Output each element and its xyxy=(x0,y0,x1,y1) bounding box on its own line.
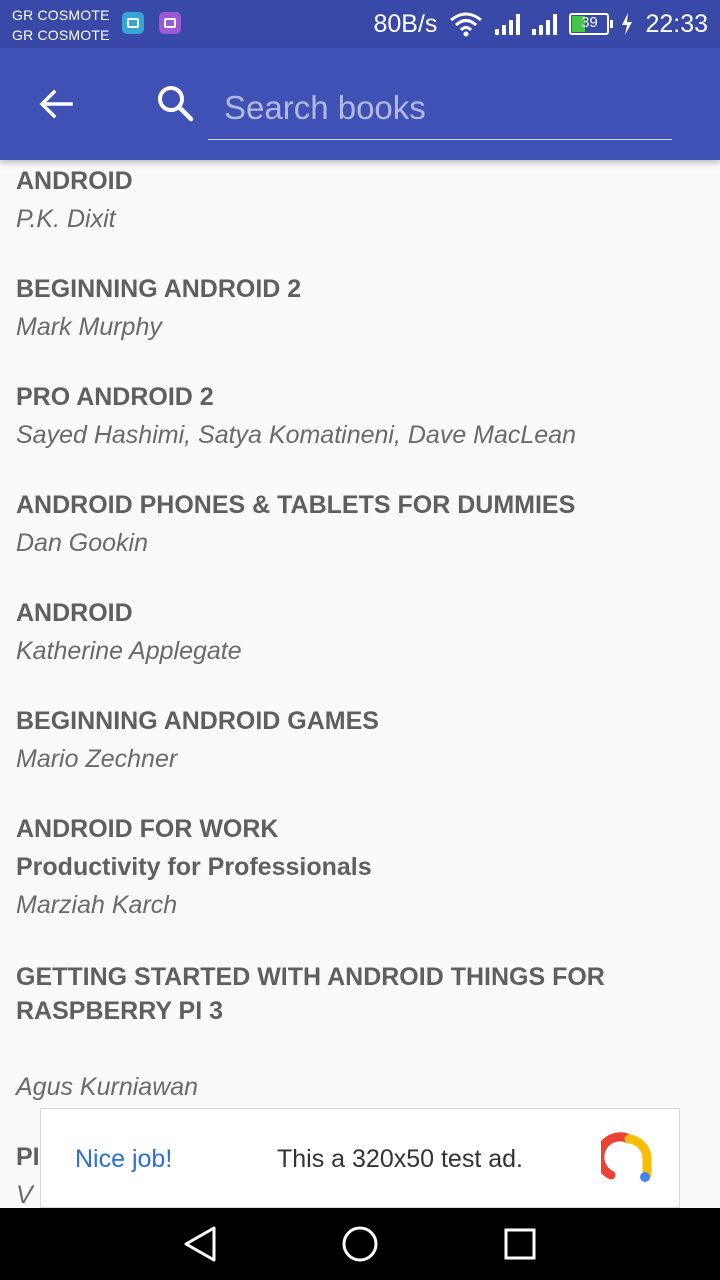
book-author: Agus Kurniawan xyxy=(16,1073,199,1101)
book-author: Mario Zechner xyxy=(16,745,178,773)
nav-back-button[interactable] xyxy=(168,1220,232,1268)
list-item[interactable]: BEGINNING ANDROID GAMES Mario Zechner xyxy=(0,702,720,778)
book-author: Katherine Applegate xyxy=(16,637,242,665)
nav-back-icon xyxy=(184,1226,216,1262)
status-bar: GR COSMOTE GR COSMOTE 80B/s 39 22:33 xyxy=(0,0,720,48)
book-author: P.K. Dixit xyxy=(16,205,116,233)
book-author: Dan Gookin xyxy=(16,529,149,557)
back-arrow-icon xyxy=(39,89,73,119)
ad-banner[interactable]: Nice job! This a 320x50 test ad. xyxy=(40,1108,680,1208)
search-toolbar xyxy=(0,48,720,160)
book-author: Sayed Hashimi, Satya Komatineni, Dave Ma… xyxy=(16,421,577,449)
battery-icon: 39 xyxy=(569,13,614,35)
ad-body: This a 320x50 test ad. xyxy=(277,1144,523,1173)
book-author: Marziah Karch xyxy=(16,891,178,919)
nav-recents-button[interactable] xyxy=(488,1220,552,1268)
carrier-2: GR COSMOTE xyxy=(12,27,110,43)
carrier-labels: GR COSMOTE GR COSMOTE xyxy=(12,5,110,45)
book-title: GETTING STARTED WITH ANDROID THINGS FOR … xyxy=(16,963,605,1025)
nav-home-button[interactable] xyxy=(328,1220,392,1268)
book-title: ANDROID xyxy=(16,599,133,627)
signal-icon-2 xyxy=(532,13,558,35)
charging-icon xyxy=(622,13,633,35)
search-input[interactable] xyxy=(208,76,672,140)
nav-home-icon xyxy=(342,1226,378,1262)
ad-headline: Nice job! xyxy=(75,1144,173,1173)
gallery-notification-icon xyxy=(159,12,181,34)
nav-recents-icon xyxy=(504,1228,536,1260)
book-title: BEGINNING ANDROID GAMES xyxy=(16,707,379,735)
list-item[interactable]: BEGINNING ANDROID 2 Mark Murphy xyxy=(0,270,720,346)
wifi-icon xyxy=(450,12,483,37)
book-title: ANDROID xyxy=(16,167,133,195)
net-speed: 80B/s xyxy=(373,9,438,38)
back-button[interactable] xyxy=(28,76,84,132)
list-item[interactable]: ANDROID Katherine Applegate xyxy=(0,594,720,670)
ad-choices-icon xyxy=(601,1132,652,1182)
app-notification-icon xyxy=(122,12,144,34)
list-item[interactable]: ANDROID P.K. Dixit xyxy=(0,160,720,238)
book-title: ANDROID PHONES & TABLETS FOR DUMMIES xyxy=(16,491,576,519)
clock: 22:33 xyxy=(645,9,708,38)
book-title: BEGINNING ANDROID 2 xyxy=(16,275,302,303)
book-title: ANDROID FOR WORK xyxy=(16,815,279,843)
book-author: Mark Murphy xyxy=(16,313,162,341)
list-item[interactable]: GETTING STARTED WITH ANDROID THINGS FOR … xyxy=(0,960,720,1106)
carrier-1: GR COSMOTE xyxy=(12,7,110,23)
book-subtitle: Productivity for Professionals xyxy=(16,853,372,881)
list-item[interactable]: ANDROID FOR WORK Productivity for Profes… xyxy=(0,810,720,924)
book-list: ANDROID P.K. Dixit BEGINNING ANDROID 2 M… xyxy=(0,160,720,1208)
list-item[interactable]: PRO ANDROID 2 Sayed Hashimi, Satya Komat… xyxy=(0,378,720,454)
search-icon xyxy=(158,86,194,122)
signal-icon xyxy=(495,13,521,35)
list-item[interactable]: ANDROID PHONES & TABLETS FOR DUMMIES Dan… xyxy=(0,486,720,562)
status-right: 80B/s 39 22:33 xyxy=(374,0,709,48)
book-title: PRO ANDROID 2 xyxy=(16,383,214,411)
battery-level: 39 xyxy=(581,14,598,31)
navigation-bar xyxy=(0,1208,720,1280)
